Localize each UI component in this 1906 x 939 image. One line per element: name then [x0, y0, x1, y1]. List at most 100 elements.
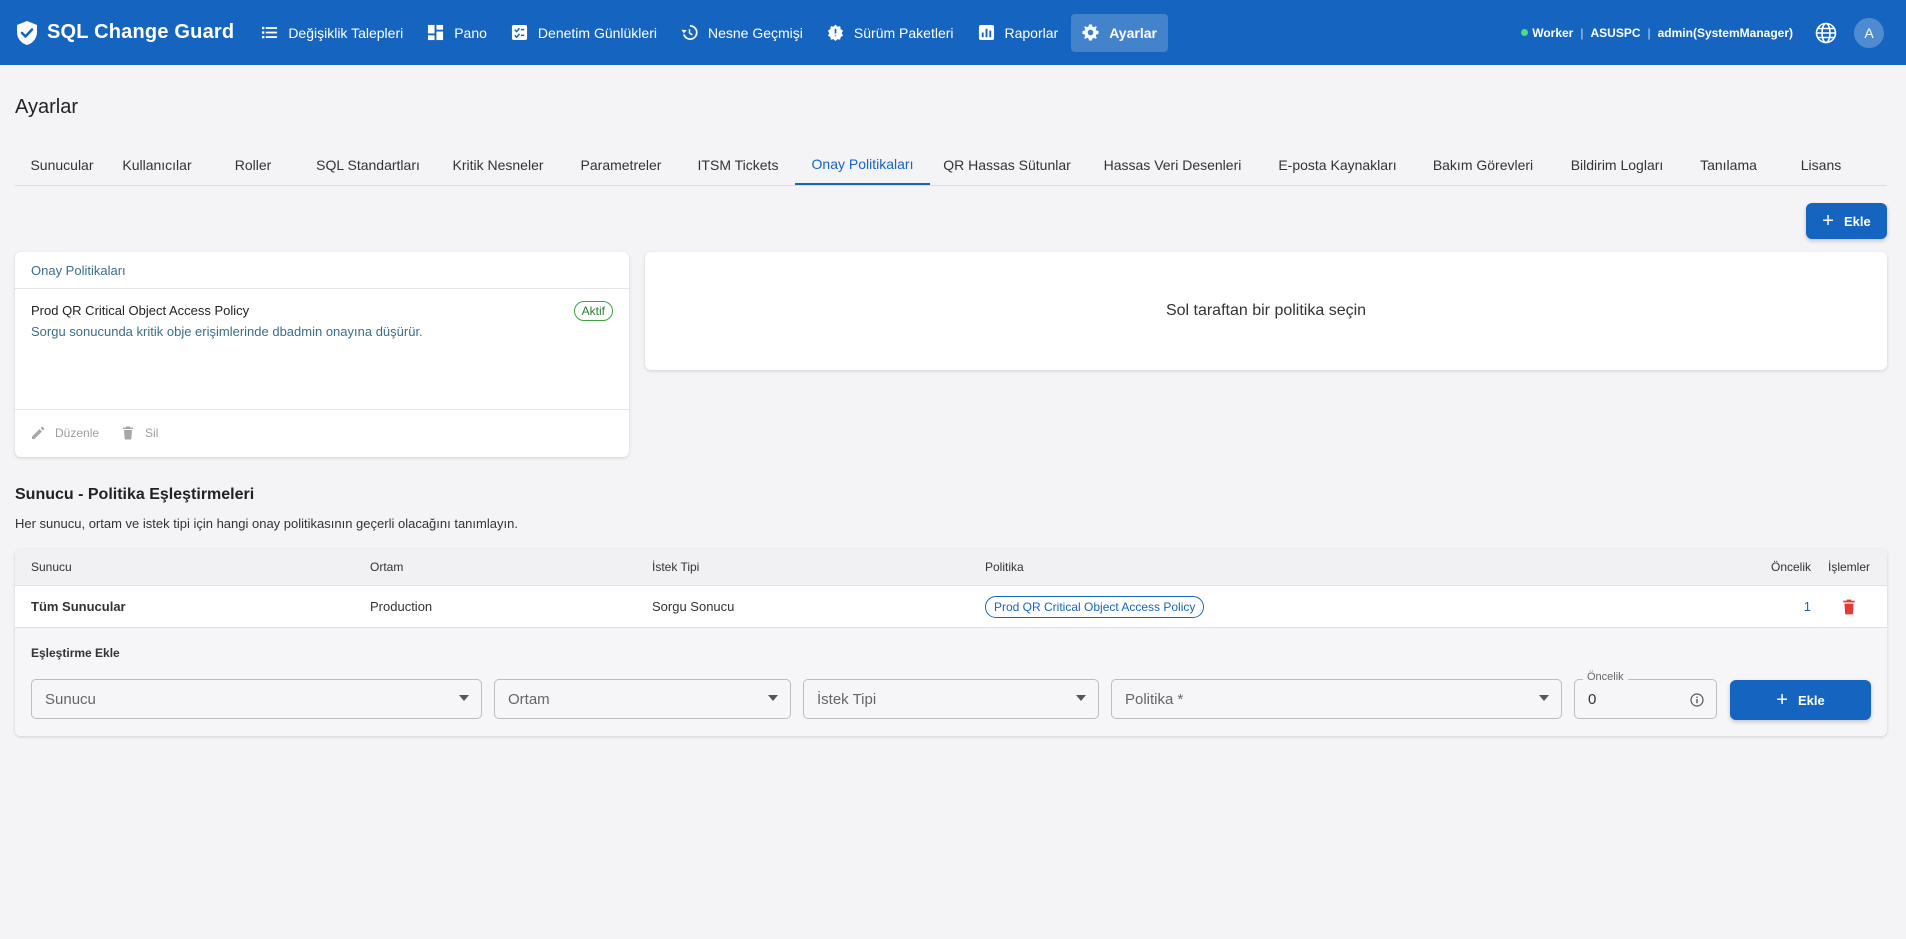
table-header: Sunucu Ortam İstek Tipi Politika Öncelik… — [15, 549, 1887, 586]
policy-detail-card: Sol taraftan bir politika seçin — [645, 252, 1887, 370]
nav-item-settings[interactable]: Ayarlar — [1071, 13, 1168, 52]
user-name[interactable]: admin(SystemManager) — [1658, 26, 1793, 40]
policy-actions: Düzenle Sil — [15, 410, 629, 456]
tab-maintenance-tasks[interactable]: Bakım Görevleri — [1414, 145, 1552, 185]
add-button-label: Ekle — [1843, 213, 1871, 229]
main-nav: Değişiklik Talepleri Pano Denetim Günlük… — [250, 0, 1170, 65]
environment-select[interactable]: Ortam — [494, 679, 791, 719]
plus-icon: + — [1822, 210, 1834, 232]
table-row: Tüm Sunucular Production Sorgu Sonucu Pr… — [15, 586, 1887, 628]
avatar[interactable]: A — [1854, 17, 1884, 48]
list-icon — [262, 26, 278, 39]
globe-icon[interactable] — [1815, 22, 1837, 44]
empty-state-text: Sol taraftan bir politika seçin — [1165, 302, 1367, 319]
tab-critical-objects[interactable]: Kritik Nesneler — [435, 145, 561, 185]
column-header-environment: Ortam — [370, 560, 404, 574]
section-title: Sunucu - Politika Eşleştirmeleri — [15, 486, 255, 503]
tab-servers[interactable]: Sunucular — [15, 145, 109, 185]
column-header-policy: Politika — [985, 560, 1024, 574]
status-area: Worker | ASUSPC | admin(SystemManager) A — [1521, 17, 1906, 48]
policy-list-card: Onay Politikaları Prod QR Critical Objec… — [15, 252, 629, 457]
cell-request-type: Sorgu Sonucu — [652, 599, 735, 614]
host-name: ASUSPC — [1590, 25, 1641, 40]
nav-item-label: Raporlar — [1004, 24, 1059, 41]
nav-item-label: Denetim Günlükleri — [537, 24, 657, 41]
top-navbar: SQL Change Guard Değişiklik Talepleri Pa… — [0, 0, 1906, 65]
worker-status: Worker — [1532, 25, 1574, 40]
nav-item-label: Pano — [454, 24, 487, 41]
nav-item-change-requests[interactable]: Değişiklik Talepleri — [250, 14, 414, 52]
environment-select-placeholder: Ortam — [508, 690, 550, 708]
page-title: Ayarlar — [15, 96, 78, 118]
tab-itsm-tickets[interactable]: ITSM Tickets — [681, 145, 795, 185]
server-select-placeholder: Sunucu — [45, 690, 96, 708]
nav-item-audit-logs[interactable]: Denetim Günlükleri — [500, 14, 668, 52]
nav-item-reports[interactable]: Raporlar — [967, 14, 1070, 52]
edit-label: Düzenle — [55, 426, 100, 440]
tab-sql-standards[interactable]: SQL Standartları — [301, 145, 435, 185]
tab-email-sources[interactable]: E-posta Kaynakları — [1261, 145, 1414, 185]
checklist-icon — [511, 24, 527, 41]
nav-item-object-history[interactable]: Nesne Geçmişi — [670, 14, 814, 52]
cell-server: Tüm Sunucular — [31, 599, 126, 614]
tab-roles[interactable]: Roller — [205, 145, 301, 185]
tab-notification-logs[interactable]: Bildirim Logları — [1552, 145, 1682, 185]
settings-tabs: Sunucular Kullanıcılar Roller SQL Standa… — [15, 145, 1887, 186]
chevron-down-icon — [459, 695, 469, 701]
policy-select[interactable]: Politika * — [1111, 679, 1562, 719]
policy-name: Prod QR Critical Object Access Policy — [31, 303, 250, 318]
tab-sensitive-data-patterns[interactable]: Hassas Veri Desenleri — [1084, 145, 1261, 185]
shield-check-icon — [17, 20, 37, 45]
add-mapping-button[interactable]: + Ekle — [1730, 680, 1871, 720]
nav-item-label: Ayarlar — [1109, 24, 1157, 41]
cell-actions — [1811, 598, 1887, 615]
trash-icon — [123, 426, 134, 440]
dashboard-icon — [428, 24, 444, 41]
policy-select-placeholder: Politika * — [1125, 690, 1184, 708]
delete-mapping-trash-icon[interactable] — [1841, 599, 1857, 615]
nav-item-label: Sürüm Paketleri — [853, 24, 954, 41]
request-type-select-placeholder: İstek Tipi — [817, 690, 877, 708]
gear-icon — [1082, 24, 1099, 41]
priority-input[interactable]: Öncelik 0 — [1574, 671, 1717, 719]
add-policy-button[interactable]: + Ekle — [1806, 203, 1887, 239]
tab-parameters[interactable]: Parametreler — [561, 145, 681, 185]
delete-policy-button[interactable]: Sil — [121, 426, 158, 440]
add-mapping-button-label: Ekle — [1797, 692, 1825, 708]
nav-item-label: Değişiklik Talepleri — [288, 24, 404, 41]
section-subtitle: Her sunucu, ortam ve istek tipi için han… — [15, 516, 518, 531]
tab-qr-sensitive-columns[interactable]: QR Hassas Sütunlar — [930, 145, 1084, 185]
cell-priority: 1 — [1803, 599, 1811, 614]
edit-policy-button[interactable]: Düzenle — [31, 426, 99, 440]
tab-license[interactable]: Lisans — [1775, 145, 1867, 185]
tab-users[interactable]: Kullanıcılar — [109, 145, 205, 185]
worker-status-dot — [1521, 29, 1529, 36]
nav-item-release-packages[interactable]: Sürüm Paketleri — [816, 14, 965, 52]
priority-label: Öncelik — [1583, 671, 1628, 683]
info-icon — [1690, 693, 1704, 707]
delete-label: Sil — [145, 426, 159, 440]
plus-icon: + — [1776, 689, 1788, 711]
column-header-actions: İşlemler — [1827, 560, 1870, 574]
server-select[interactable]: Sunucu — [31, 679, 482, 719]
chevron-down-icon — [1539, 695, 1549, 701]
separator: | — [1580, 25, 1584, 40]
policy-chip[interactable]: Prod QR Critical Object Access Policy — [985, 595, 1205, 618]
nav-item-dashboard[interactable]: Pano — [416, 14, 498, 52]
app-title: SQL Change Guard — [47, 21, 235, 43]
chart-icon — [978, 24, 994, 41]
request-type-select[interactable]: İstek Tipi — [803, 679, 1099, 719]
column-header-request-type: İstek Tipi — [652, 560, 700, 574]
brand[interactable]: SQL Change Guard — [15, 20, 234, 46]
tab-diagnostics[interactable]: Tanılama — [1682, 145, 1775, 185]
package-icon — [827, 24, 843, 41]
tab-approval-policies[interactable]: Onay Politikaları — [795, 145, 930, 185]
chevron-down-icon — [1076, 695, 1086, 701]
nav-item-label: Nesne Geçmişi — [707, 24, 803, 41]
chevron-down-icon — [768, 695, 778, 701]
cell-policy: Prod QR Critical Object Access Policy — [985, 595, 1705, 618]
column-header-priority: Öncelik — [1770, 560, 1811, 574]
pencil-icon — [32, 426, 45, 439]
column-header-server: Sunucu — [31, 560, 72, 574]
policy-item[interactable]: Prod QR Critical Object Access Policy So… — [15, 289, 629, 410]
